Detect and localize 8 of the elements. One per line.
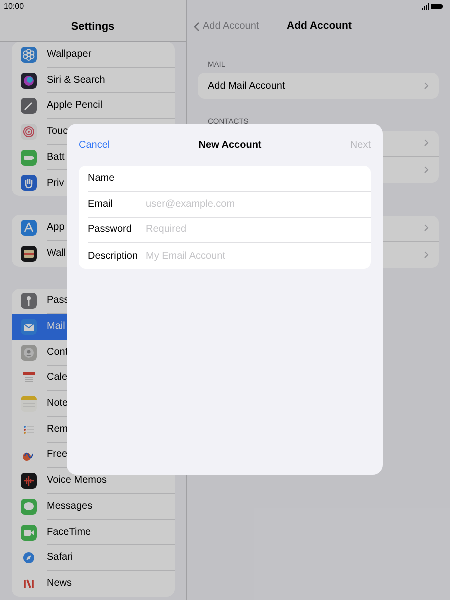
field-label: Description [88,250,140,264]
field-label: Password [88,223,133,238]
page-title: Add Account [287,19,352,34]
field-label: Name [88,172,116,186]
field-label: Email [88,198,114,212]
sidebar-title: Settings [70,20,116,35]
dialog-title: New Account [198,138,262,152]
status-time: 10:00 [4,1,24,13]
